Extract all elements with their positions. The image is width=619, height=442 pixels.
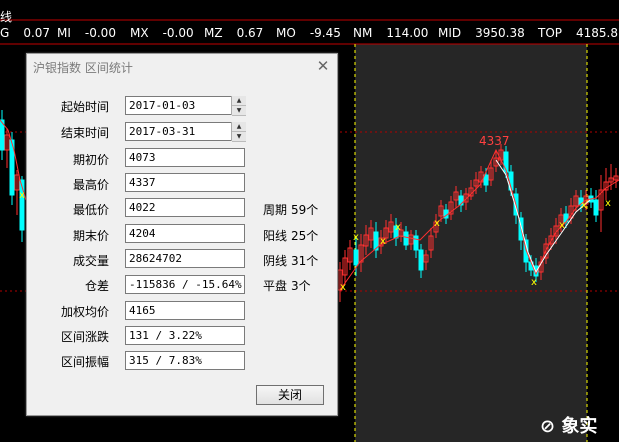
interval-amplitude-field[interactable]: 315 / 7.83% — [125, 351, 245, 370]
spin-down-icon[interactable]: ▼ — [232, 106, 246, 116]
indicator-mz: MZ 0.67 — [204, 26, 264, 40]
volume-label: 成交量 — [72, 254, 109, 268]
peak-price-label: 4337 — [479, 134, 510, 148]
interval-change-label: 区间涨跌 — [60, 330, 109, 344]
weighted-avg-field[interactable]: 4165 — [125, 301, 245, 320]
interval-amplitude-label: 区间振幅 — [60, 355, 109, 369]
stat-flat-bars: 平盘 3个 — [263, 279, 311, 293]
close-icon[interactable]: ✕ — [313, 56, 333, 76]
stat-periods: 周期 59个 — [263, 203, 319, 217]
close-price-field[interactable]: 4204 — [125, 224, 245, 243]
start-time-spinner[interactable]: ▲ ▼ — [231, 96, 246, 116]
end-time-label: 结束时间 — [60, 126, 109, 140]
candle-body — [353, 249, 359, 266]
candle-body — [413, 235, 419, 251]
signal-x-marker: x — [581, 200, 587, 211]
end-time-spinner[interactable]: ▲ ▼ — [231, 122, 246, 142]
high-price-field[interactable]: 4337 — [125, 173, 245, 192]
indicator-mid: MID 3950.38 — [438, 26, 525, 40]
start-time-label: 起始时间 — [60, 100, 109, 114]
indicator-top: TOP4185.87 — [538, 26, 619, 40]
open-interest-change-field[interactable]: -115836 / -15.64% — [125, 275, 245, 294]
indicator-corner: 线 — [0, 10, 13, 24]
signal-x-marker: x — [395, 222, 401, 233]
open-interest-change-label: 仓差 — [84, 279, 109, 293]
signal-x-marker: x — [434, 218, 440, 229]
spin-down-icon[interactable]: ▼ — [232, 132, 246, 142]
open-price-label: 期初价 — [72, 153, 109, 167]
high-price-label: 最高价 — [72, 178, 109, 192]
indicator-nm: NM 114.00 — [353, 26, 429, 40]
signal-x-marker: x — [19, 190, 25, 201]
signal-x-marker: x — [380, 236, 386, 247]
spin-up-icon[interactable]: ▲ — [232, 96, 246, 106]
close-button[interactable]: 关闭 — [256, 385, 324, 405]
spin-up-icon[interactable]: ▲ — [232, 122, 246, 132]
volume-field[interactable]: 28624702 — [125, 249, 245, 268]
dialog-title: 沪银指数 区间统计 — [33, 61, 133, 75]
low-price-field[interactable]: 4022 — [125, 198, 245, 217]
signal-x-marker: x — [340, 282, 346, 293]
indicator-mi: MI -0.00 — [57, 26, 116, 40]
indicator-mo: MO -9.45 — [276, 26, 341, 40]
signal-x-marker: x — [559, 220, 565, 231]
stat-up-bars: 阳线 25个 — [263, 229, 319, 243]
weighted-avg-label: 加权均价 — [60, 305, 109, 319]
signal-x-marker: x — [353, 232, 359, 243]
brand-logo-icon: ⊘ — [540, 416, 556, 437]
close-price-label: 期末价 — [72, 229, 109, 243]
open-price-field[interactable]: 4073 — [125, 148, 245, 167]
interval-change-field[interactable]: 131 / 3.22% — [125, 326, 245, 345]
candle-body — [483, 174, 489, 186]
indicator-g: G 0.07 — [0, 26, 51, 40]
signal-x-marker: x — [605, 198, 611, 209]
candle-body — [593, 199, 599, 216]
indicator-mx: MX -0.00 — [130, 26, 194, 40]
candle-body — [403, 231, 409, 246]
watermark: ⊘ 象实 — [540, 416, 598, 437]
start-time-field[interactable]: 2017-01-03 — [125, 96, 245, 115]
signal-x-marker: x — [531, 277, 537, 288]
stat-down-bars: 阴线 31个 — [263, 254, 319, 268]
candle-body — [418, 249, 424, 271]
selected-interval-region — [355, 44, 587, 442]
interval-stats-dialog: 沪银指数 区间统计 ✕ 起始时间 2017-01-03 ▲ ▼ 结束时间 2017… — [26, 53, 338, 416]
low-price-label: 最低价 — [72, 203, 109, 217]
end-time-field[interactable]: 2017-03-31 — [125, 122, 245, 141]
